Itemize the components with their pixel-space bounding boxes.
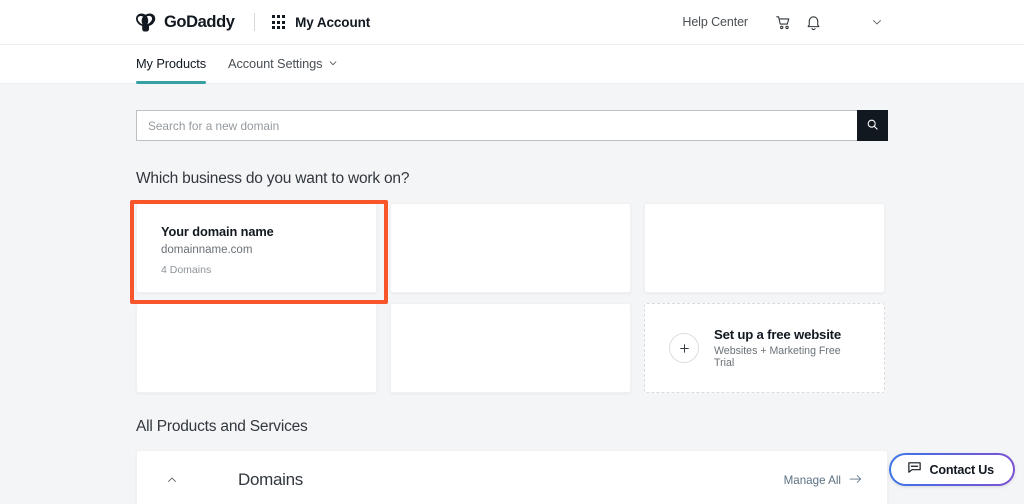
business-card-empty-4[interactable]	[390, 303, 631, 393]
promo-title: Set up a free website	[714, 327, 841, 342]
plus-circle-icon	[669, 333, 699, 363]
contact-us-label: Contact Us	[929, 462, 995, 477]
business-card-empty-3[interactable]	[136, 303, 377, 393]
my-account-label: My Account	[295, 14, 371, 30]
setup-free-website-card[interactable]: Set up a free website Websites + Marketi…	[644, 303, 885, 393]
chevron-up-icon[interactable]	[161, 469, 183, 491]
tab-my-products-label: My Products	[136, 55, 207, 71]
promo-subtitle: Websites + Marketing Free Trial	[714, 345, 841, 369]
chat-bubble-icon	[907, 460, 922, 480]
business-section-heading: Which business do you want to work on?	[136, 170, 410, 187]
help-center-link[interactable]: Help Center	[682, 15, 748, 29]
main-content: Which business do you want to work on? Y…	[0, 110, 1024, 504]
domains-panel: Domains Manage All	[136, 450, 888, 504]
products-section-heading: All Products and Services	[136, 418, 308, 435]
arrow-right-icon	[849, 473, 863, 488]
global-header: GoDaddy My Account Help Center	[0, 0, 1024, 45]
domains-panel-title: Domains	[238, 470, 303, 489]
godaddy-brand-link[interactable]: GoDaddy	[136, 12, 235, 33]
search-button[interactable]	[857, 110, 888, 141]
chevron-down-icon	[328, 58, 338, 68]
business-card-empty-1[interactable]	[390, 203, 631, 293]
header-divider	[253, 13, 255, 31]
tab-account-settings[interactable]: Account Settings	[228, 45, 338, 83]
business-card-empty-2[interactable]	[644, 203, 885, 293]
tab-my-products[interactable]: My Products	[136, 45, 207, 84]
search-input[interactable]	[136, 110, 857, 141]
profile-chevron-down-icon[interactable]	[866, 11, 888, 33]
manage-all-link[interactable]: Manage All	[784, 473, 863, 488]
primary-tabbar: My Products Account Settings	[0, 45, 1024, 84]
business-card-name: Your domain name	[161, 224, 274, 239]
contact-us-button[interactable]: Contact Us	[888, 453, 1015, 486]
business-card-grid: Your domain name domainname.com 4 Domain…	[136, 203, 888, 393]
promo-text-block: Set up a free website Websites + Marketi…	[714, 327, 860, 369]
shopping-cart-icon[interactable]	[768, 7, 798, 37]
search-icon	[866, 118, 879, 134]
brand-wordmark: GoDaddy	[164, 12, 235, 31]
business-card-domain: domainname.com	[161, 244, 253, 256]
grid-9-dots-icon	[271, 15, 286, 29]
business-card-your-domain-name[interactable]: Your domain name domainname.com 4 Domain…	[136, 203, 377, 293]
godaddy-logo-icon	[136, 12, 157, 33]
header-inner: GoDaddy My Account Help Center	[0, 0, 1024, 44]
manage-all-label: Manage All	[783, 473, 841, 487]
business-card-domain-count: 4 Domains	[161, 264, 212, 276]
app-launcher[interactable]: My Account	[271, 14, 371, 30]
domain-search-row	[136, 110, 888, 141]
contact-us-inner: Contact Us	[890, 455, 1013, 484]
bell-icon[interactable]	[798, 7, 828, 37]
header-actions: Help Center	[682, 7, 888, 37]
tab-account-settings-label: Account Settings	[228, 55, 323, 71]
